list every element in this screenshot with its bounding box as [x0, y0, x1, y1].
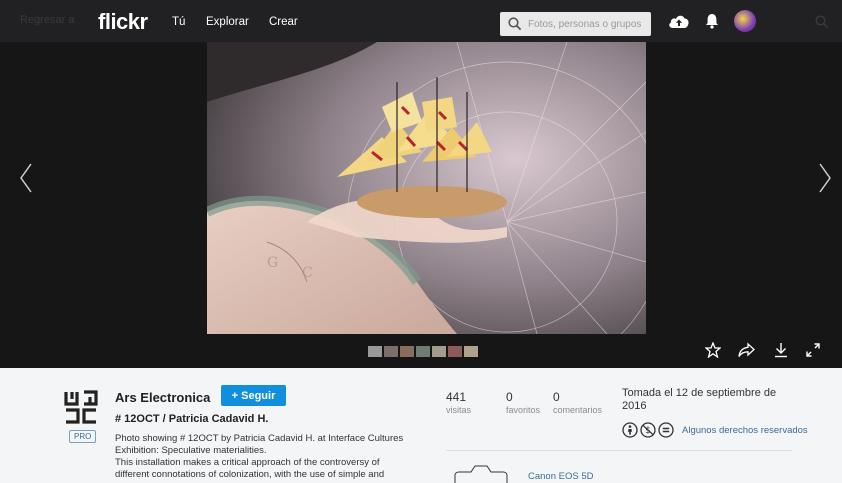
cc-noderivs-icon — [658, 422, 674, 438]
description-line: different connotations of colonization, … — [115, 469, 385, 480]
stat-label: comentarios — [553, 405, 603, 415]
user-avatar[interactable] — [734, 10, 756, 32]
bell-icon[interactable] — [705, 13, 719, 29]
thumbnail[interactable] — [368, 346, 382, 357]
nav-crear[interactable]: Crear — [269, 16, 298, 28]
thumbnail-strip[interactable] — [368, 346, 478, 357]
description-line: Exhibition: Speculative materialities. — [115, 445, 267, 456]
flickr-logo[interactable]: flickr — [98, 9, 148, 35]
search-icon[interactable] — [815, 15, 829, 29]
nav-explorar[interactable]: Explorar — [206, 16, 249, 28]
share-icon[interactable] — [738, 342, 755, 358]
stat-number: 0 — [506, 390, 513, 404]
camera-icon — [454, 465, 508, 483]
divider — [446, 450, 792, 451]
date-taken: Tomada el 12 de septiembre de 2016 — [622, 387, 777, 412]
stat-number: 441 — [446, 390, 467, 404]
main-photo[interactable]: GC — [207, 42, 646, 334]
top-bar: Regresar a flickr Tú Explorar Crear Foto… — [0, 0, 842, 42]
svg-text:C: C — [302, 265, 313, 281]
license-link[interactable]: Algunos derechos reservados — [682, 425, 808, 436]
pro-badge: PRO — [69, 430, 97, 443]
stat-label: visitas — [446, 405, 472, 415]
thumbnail[interactable] — [416, 346, 430, 357]
camera-model-link[interactable]: Canon EOS 5D — [528, 471, 593, 482]
photo-description: Photo showing # 12OCT by Patricia Cadavi… — [115, 433, 415, 481]
chevron-right-icon[interactable] — [818, 162, 832, 194]
back-link[interactable]: Regresar a — [20, 14, 74, 26]
search-input[interactable]: Fotos, personas o grupos — [500, 12, 651, 36]
description-line: Photo showing # 12OCT by Patricia Cadavi… — [115, 433, 404, 444]
chevron-left-icon[interactable] — [19, 162, 33, 194]
license-info[interactable]: $ Algunos derechos reservados — [622, 422, 808, 438]
stat-number: 0 — [553, 390, 560, 404]
thumbnail[interactable] — [464, 346, 478, 357]
expand-icon[interactable] — [805, 342, 821, 358]
follow-button[interactable]: + Seguir — [221, 385, 286, 406]
stat-comments: 0 comentarios — [553, 390, 602, 415]
search-placeholder: Fotos, personas o grupos — [528, 18, 642, 30]
cc-noncommercial-icon: $ — [640, 422, 656, 438]
photo-viewer: GC — [0, 42, 842, 368]
upload-cloud-icon[interactable] — [668, 13, 690, 29]
search-icon — [508, 17, 522, 31]
thumbnail[interactable] — [448, 346, 462, 357]
ars-electronica-logo[interactable] — [64, 390, 98, 424]
thumbnail[interactable] — [384, 346, 398, 357]
thumbnail[interactable] — [400, 346, 414, 357]
cc-attribution-icon — [622, 422, 638, 438]
photo-info-panel: PRO Ars Electronica + Seguir # 12OCT / P… — [0, 368, 842, 483]
stat-label: favoritos — [506, 405, 541, 415]
stat-favorites: 0 favoritos — [506, 390, 540, 415]
nav-tu[interactable]: Tú — [172, 16, 185, 28]
stat-views: 441 visitas — [446, 390, 471, 415]
star-icon[interactable] — [705, 342, 721, 358]
thumbnail[interactable] — [432, 346, 446, 357]
photo-title: # 12OCT / Patricia Cadavid H. — [115, 413, 269, 425]
description-line: This installation makes a critical appro… — [115, 457, 380, 468]
owner-name[interactable]: Ars Electronica — [115, 390, 210, 405]
download-icon[interactable] — [773, 342, 789, 358]
svg-text:G: G — [267, 255, 278, 271]
